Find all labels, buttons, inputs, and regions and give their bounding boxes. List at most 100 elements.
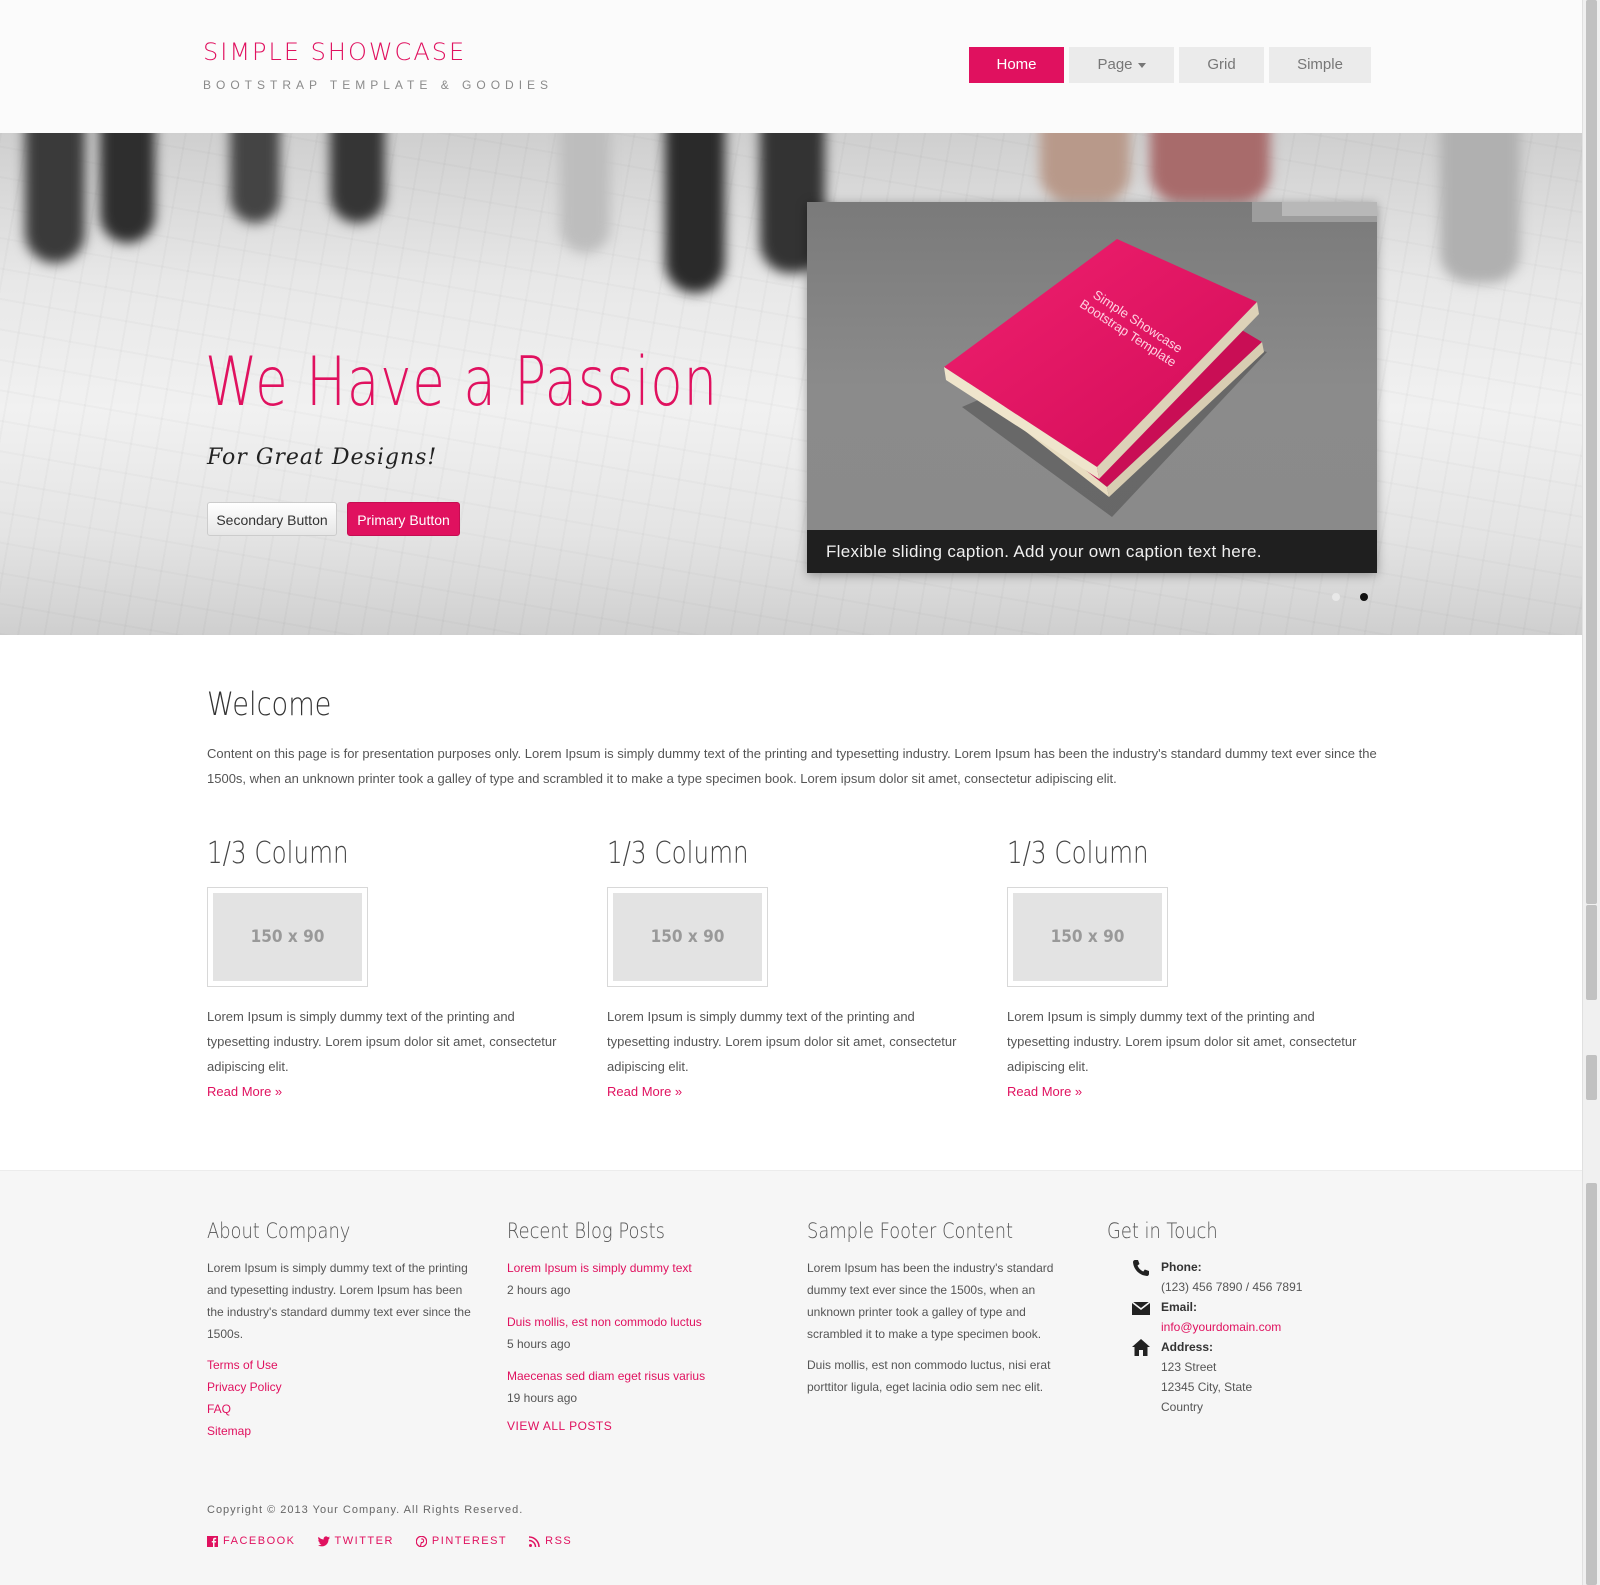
brand-title[interactable]: SIMPLE SHOWCASE xyxy=(203,38,553,66)
envelope-icon xyxy=(1131,1301,1151,1315)
contact-email: Email: info@yourdomain.com xyxy=(1107,1297,1382,1337)
hero-title: We Have a Passion xyxy=(205,343,718,422)
column-title: 1/3 Column xyxy=(207,836,349,871)
footer-sample-text-2: Duis mollis, est non commodo luctus, nis… xyxy=(807,1358,1051,1394)
footer-contact-title: Get in Touch xyxy=(1107,1219,1218,1243)
phone-value: (123) 456 7890 / 456 7891 xyxy=(1161,1280,1303,1294)
facebook-label: FACEBOOK xyxy=(223,1535,296,1547)
blog-post: Maecenas sed diam eget risus varius 19 h… xyxy=(507,1365,782,1409)
phone-label: Phone: xyxy=(1161,1260,1202,1274)
pinterest-icon xyxy=(415,1535,427,1547)
nav-grid[interactable]: Grid xyxy=(1179,47,1264,83)
facebook-link[interactable]: FACEBOOK xyxy=(207,1535,296,1547)
nav-home[interactable]: Home xyxy=(969,47,1064,83)
email-label: Email: xyxy=(1161,1300,1198,1314)
contact-address: Address: 123 Street 12345 City, State Co… xyxy=(1107,1337,1382,1417)
book-image: Simple Showcase Bootstrap Template xyxy=(944,239,1267,517)
blog-post-time: 19 hours ago xyxy=(507,1391,578,1405)
footer-sample: Sample Footer Content Lorem Ipsum has be… xyxy=(807,1219,1082,1398)
background-figure xyxy=(1150,133,1270,203)
column-title: 1/3 Column xyxy=(607,836,749,871)
view-all-posts-link[interactable]: VIEW ALL POSTS xyxy=(507,1419,782,1433)
footer-about: About Company Lorem Ipsum is simply dumm… xyxy=(207,1219,482,1442)
thumbnail-placeholder: 150 x 90 xyxy=(1013,893,1162,981)
column-2: 1/3 Column 150 x 90 Lorem Ipsum is simpl… xyxy=(607,836,967,1104)
email-link[interactable]: info@yourdomain.com xyxy=(1161,1317,1382,1337)
scrollbar-thumb[interactable] xyxy=(1586,905,1597,1000)
footer-about-title: About Company xyxy=(207,1219,351,1243)
footer-blog-title: Recent Blog Posts xyxy=(507,1219,665,1243)
nav-simple[interactable]: Simple xyxy=(1269,47,1371,83)
twitter-label: TWITTER xyxy=(334,1535,394,1547)
pinterest-link[interactable]: PINTEREST xyxy=(415,1535,508,1547)
read-more-link[interactable]: Read More » xyxy=(607,1079,967,1104)
blog-post-link[interactable]: Maecenas sed diam eget risus varius xyxy=(507,1365,782,1387)
primary-button[interactable]: Primary Button xyxy=(347,502,460,536)
address-line-3: Country xyxy=(1161,1400,1204,1414)
scrollbar-thumb[interactable] xyxy=(1586,0,1597,904)
footer-sample-text: Lorem Ipsum has been the industry's stan… xyxy=(807,1261,1054,1341)
pinterest-label: PINTEREST xyxy=(431,1535,508,1547)
terms-link[interactable]: Terms of Use xyxy=(207,1354,482,1376)
scrollbar-thumb[interactable] xyxy=(1586,1183,1597,1585)
thumbnail-placeholder: 150 x 90 xyxy=(613,893,762,981)
hero-subtitle: For Great Designs! xyxy=(207,445,438,470)
blog-post-link[interactable]: Duis mollis, est non commodo luctus xyxy=(507,1311,782,1333)
contact-phone: Phone: (123) 456 7890 / 456 7891 xyxy=(1107,1257,1382,1297)
column-text: Lorem Ipsum is simply dummy text of the … xyxy=(207,1009,557,1074)
blog-post-list: Lorem Ipsum is simply dummy text 2 hours… xyxy=(507,1257,782,1409)
site-header: SIMPLE SHOWCASE BOOTSTRAP TEMPLATE & GOO… xyxy=(0,0,1582,133)
facebook-icon xyxy=(207,1535,218,1547)
slider-caption: Flexible sliding caption. Add your own c… xyxy=(807,530,1377,573)
blog-post: Lorem Ipsum is simply dummy text 2 hours… xyxy=(507,1257,782,1301)
footer-links: Terms of Use Privacy Policy FAQ Sitemap xyxy=(207,1354,482,1442)
background-figure xyxy=(230,133,280,223)
column-3: 1/3 Column 150 x 90 Lorem Ipsum is simpl… xyxy=(1007,836,1367,1104)
twitter-link[interactable]: TWITTER xyxy=(317,1535,394,1547)
address-label: Address: xyxy=(1161,1340,1214,1354)
background-figure xyxy=(330,133,385,223)
secondary-button[interactable]: Secondary Button xyxy=(207,502,337,536)
rss-label: RSS xyxy=(545,1535,573,1547)
rss-icon xyxy=(529,1535,540,1547)
twitter-icon xyxy=(317,1535,330,1546)
column-thumbnail: 150 x 90 xyxy=(607,887,768,987)
background-figure xyxy=(1440,133,1520,283)
column-text: Lorem Ipsum is simply dummy text of the … xyxy=(1007,1009,1357,1074)
scrollbar-thumb[interactable] xyxy=(1586,1055,1597,1100)
faq-link[interactable]: FAQ xyxy=(207,1398,482,1420)
nav-page-label: Page xyxy=(1097,56,1133,73)
background-figure xyxy=(25,133,85,263)
footer-blog: Recent Blog Posts Lorem Ipsum is simply … xyxy=(507,1219,782,1433)
column-thumbnail: 150 x 90 xyxy=(1007,887,1168,987)
column-1: 1/3 Column 150 x 90 Lorem Ipsum is simpl… xyxy=(207,836,567,1104)
footer-contact: Get in Touch Phone: (123) 456 7890 / 456… xyxy=(1107,1219,1382,1417)
sitemap-link[interactable]: Sitemap xyxy=(207,1420,482,1442)
social-links: FACEBOOK TWITTER PINTEREST RSS xyxy=(207,1535,572,1547)
blog-post-time: 5 hours ago xyxy=(507,1337,571,1351)
footer-about-text: Lorem Ipsum is simply dummy text of the … xyxy=(207,1261,471,1341)
welcome-heading: Welcome xyxy=(207,685,332,723)
read-more-link[interactable]: Read More » xyxy=(1007,1079,1367,1104)
home-icon xyxy=(1132,1339,1150,1356)
read-more-link[interactable]: Read More » xyxy=(207,1079,567,1104)
slider-dot-2[interactable] xyxy=(1360,593,1368,601)
brand[interactable]: SIMPLE SHOWCASE BOOTSTRAP TEMPLATE & GOO… xyxy=(203,38,553,92)
background-figure xyxy=(560,133,610,253)
scrollbar[interactable] xyxy=(1582,0,1600,1585)
blog-post: Duis mollis, est non commodo luctus 5 ho… xyxy=(507,1311,782,1355)
hero-banner: We Have a Passion For Great Designs! Sec… xyxy=(0,133,1582,635)
background-figure xyxy=(665,133,725,293)
background-figure xyxy=(100,133,155,243)
thumbnail-placeholder: 150 x 90 xyxy=(213,893,362,981)
background-figure xyxy=(1040,133,1130,203)
brand-subtitle: BOOTSTRAP TEMPLATE & GOODIES xyxy=(203,78,554,92)
rss-link[interactable]: RSS xyxy=(529,1535,572,1547)
caret-down-icon xyxy=(1137,62,1146,68)
nav-page-dropdown[interactable]: Page xyxy=(1069,47,1174,83)
image-slider[interactable]: Simple Showcase Bootstrap Template Flexi… xyxy=(807,202,1377,573)
slider-dot-1[interactable] xyxy=(1332,593,1340,601)
privacy-link[interactable]: Privacy Policy xyxy=(207,1376,482,1398)
blog-post-link[interactable]: Lorem Ipsum is simply dummy text xyxy=(507,1257,782,1279)
site-footer: About Company Lorem Ipsum is simply dumm… xyxy=(0,1170,1582,1585)
